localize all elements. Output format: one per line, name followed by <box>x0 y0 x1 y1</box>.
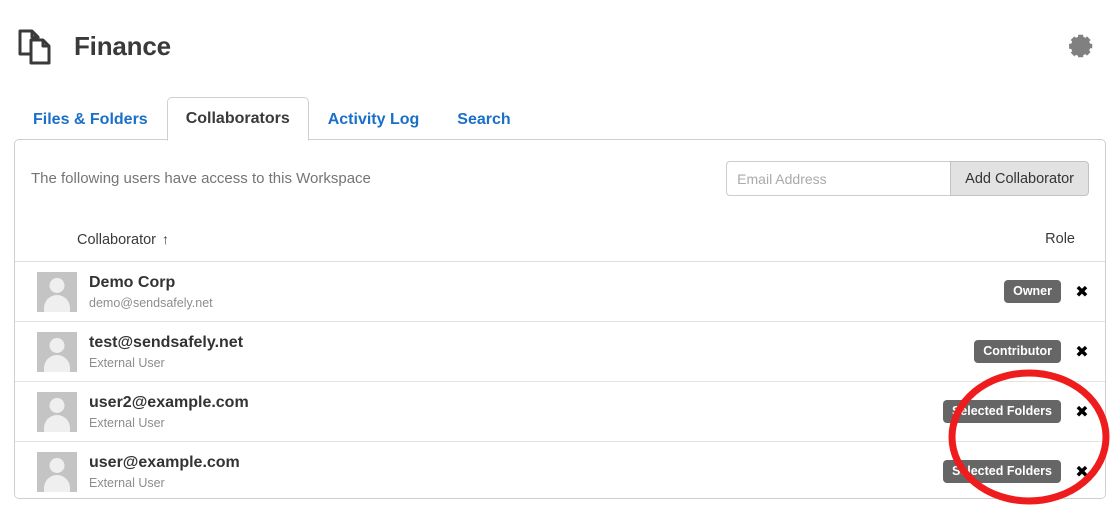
remove-collaborator-icon[interactable]: ✖ <box>1073 403 1091 421</box>
two-documents-icon <box>14 24 60 70</box>
add-collaborator-button[interactable]: Add Collaborator <box>950 161 1089 196</box>
panel-toolbar: The following users have access to this … <box>15 140 1105 217</box>
column-header-role: Role <box>1045 231 1075 247</box>
collaborator-subtitle: External User <box>89 415 165 430</box>
avatar <box>37 271 77 312</box>
collaborator-name: test@sendsafely.net <box>89 333 244 351</box>
tab-collaborators[interactable]: Collaborators <box>166 97 309 141</box>
column-header-collaborator-label: Collaborator <box>77 231 156 248</box>
table-row: Demo Corp demo@sendsafely.net Owner ✖ <box>15 262 1105 322</box>
collaborators-panel: The following users have access to this … <box>14 139 1106 499</box>
panel-note: The following users have access to this … <box>31 170 371 187</box>
tab-activity-log[interactable]: Activity Log <box>309 98 439 141</box>
add-collaborator-group: Add Collaborator <box>726 161 1089 196</box>
row-identity: user2@example.com External User <box>89 393 249 431</box>
page-header: Finance <box>0 0 1120 92</box>
tab-files-and-folders[interactable]: Files & Folders <box>14 98 167 141</box>
collaborator-name: user2@example.com <box>89 393 249 411</box>
avatar <box>37 331 77 372</box>
table-row: user@example.com External User Selected … <box>15 442 1105 498</box>
avatar <box>37 451 77 492</box>
table-header: Collaborator ↑ Role <box>15 217 1105 262</box>
role-badge[interactable]: Owner <box>1004 280 1061 303</box>
table-row: user2@example.com External User Selected… <box>15 382 1105 442</box>
role-badge[interactable]: Selected Folders <box>942 400 1061 423</box>
column-header-collaborator[interactable]: Collaborator ↑ <box>77 231 169 248</box>
gear-icon[interactable] <box>1064 29 1098 63</box>
page-title: Finance <box>74 30 171 61</box>
avatar <box>37 391 77 432</box>
remove-collaborator-icon[interactable]: ✖ <box>1073 343 1091 361</box>
remove-collaborator-icon[interactable]: ✖ <box>1073 463 1091 481</box>
collaborator-subtitle: demo@sendsafely.net <box>89 295 213 310</box>
remove-collaborator-icon[interactable]: ✖ <box>1073 283 1091 301</box>
collaborator-name: Demo Corp <box>89 273 176 291</box>
tab-bar: Files & Folders Collaborators Activity L… <box>0 97 1120 141</box>
collaborator-name: user@example.com <box>89 453 240 471</box>
email-input[interactable] <box>726 161 951 196</box>
role-badge[interactable]: Selected Folders <box>942 460 1061 483</box>
sort-ascending-icon: ↑ <box>162 230 169 247</box>
collaborator-subtitle: External User <box>89 475 165 490</box>
row-identity: Demo Corp demo@sendsafely.net <box>89 273 213 311</box>
table-row: test@sendsafely.net External User Contri… <box>15 322 1105 382</box>
role-badge[interactable]: Contributor <box>974 340 1061 363</box>
row-identity: user@example.com External User <box>89 453 240 491</box>
tab-search[interactable]: Search <box>438 98 529 141</box>
collaborator-subtitle: External User <box>89 355 165 370</box>
row-identity: test@sendsafely.net External User <box>89 333 243 371</box>
app-root: Finance Files & Folders Collaborators Ac… <box>0 0 1120 507</box>
